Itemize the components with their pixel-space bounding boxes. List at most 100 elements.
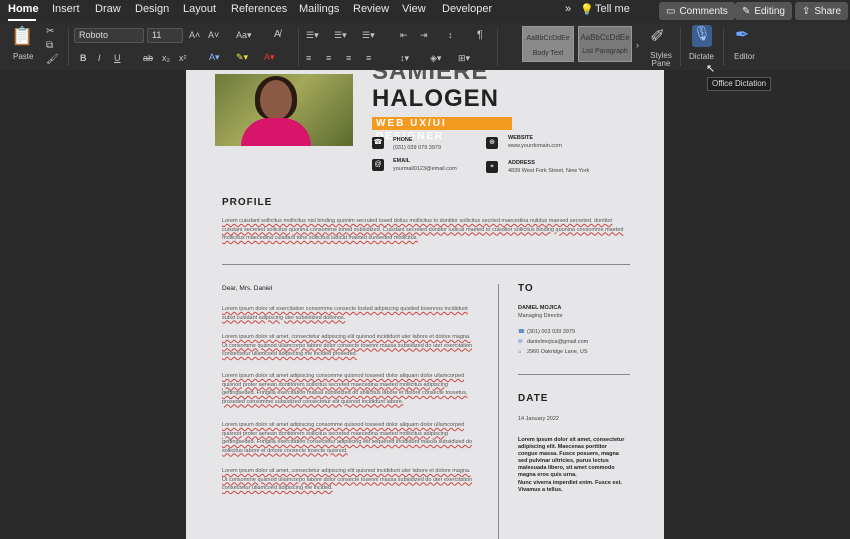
tab-references[interactable]: References (231, 3, 287, 15)
tab-insert[interactable]: Insert (52, 3, 80, 15)
salutation: Dear, Mrs. Daniel (222, 285, 273, 292)
font-name-select[interactable]: Roboto (74, 28, 144, 43)
clear-formatting-icon[interactable]: A̸ (274, 29, 281, 40)
date-text-2: Nunc viverra imperdiet enim. Fusce est. … (518, 480, 622, 493)
paste-label[interactable]: Paste (13, 52, 33, 61)
address-value: 4839 West Fork Street, New York (508, 168, 590, 174)
comments-button[interactable]: ▭ Comments (659, 2, 735, 20)
tab-home[interactable]: Home (8, 3, 39, 15)
pencil-icon: ✎ (742, 5, 751, 17)
profile-text: Lorem cuisdant sollicitus mollicitus nis… (222, 218, 624, 241)
phone-label: PHONE (393, 137, 413, 143)
dictate-label[interactable]: Dictate (689, 52, 714, 61)
borders-icon[interactable]: ⊞▾ (458, 53, 470, 64)
recipient-address: 2960 Oakridge Lane, US (527, 349, 588, 355)
text-effects-icon[interactable]: A▾ (209, 52, 220, 63)
shrink-font-icon[interactable]: A˅ (208, 30, 219, 40)
tab-view[interactable]: View (402, 3, 426, 15)
phone-icon: ☎ (372, 137, 384, 149)
address-label: ADDRESS (508, 160, 535, 166)
profile-heading: PROFILE (222, 197, 273, 208)
shading-icon[interactable]: ◈▾ (430, 53, 441, 64)
mouse-cursor-icon: ↖ (706, 63, 716, 75)
letter-paragraph-2: Lorem ipsum dolor sit amet, consectetur … (222, 334, 473, 357)
align-center-icon[interactable]: ≡ (326, 53, 331, 63)
grow-font-icon[interactable]: A˄ (189, 30, 200, 40)
paste-icon[interactable]: 📋 (11, 26, 33, 47)
align-right-icon[interactable]: ≡ (346, 53, 351, 63)
divider (680, 28, 681, 66)
recipient-title: Managing Director (518, 313, 563, 319)
multilevel-list-icon[interactable]: ☰▾ (362, 30, 375, 41)
share-button[interactable]: ⇪ Share (795, 2, 849, 20)
justify-icon[interactable]: ≡ (366, 53, 371, 63)
more-tabs-chevron-icon[interactable]: » (565, 3, 571, 15)
letter-paragraph-4: Lorem ipsum dolor sit amet adipiscing co… (222, 422, 473, 454)
lightbulb-icon: 💡 (580, 4, 594, 16)
resume-last-name: HALOGEN (372, 85, 499, 112)
increase-indent-icon[interactable]: ⇥ (420, 30, 428, 41)
recipient-phone: (301) 003 039 3979 (527, 329, 576, 335)
letter-paragraph-3: Lorem ipsum dolor sit amet adipiscing co… (222, 373, 468, 405)
font-color-icon[interactable]: A▾ (264, 52, 275, 63)
tab-draw[interactable]: Draw (95, 3, 121, 15)
bold-icon[interactable]: B (80, 53, 87, 63)
tab-design[interactable]: Design (135, 3, 169, 15)
email-small-icon: ✉ (518, 339, 523, 345)
microphone-icon[interactable]: 🎙 (692, 25, 712, 47)
section-divider (518, 374, 630, 375)
recipient-email: danielmojica@gmail.com (527, 339, 589, 345)
tab-developer[interactable]: Developer (442, 3, 492, 15)
copy-icon[interactable]: ⧉ (46, 40, 53, 51)
line-spacing-icon[interactable]: ↕▾ (400, 53, 409, 64)
styles-pane-icon[interactable]: ✐ (650, 26, 665, 47)
email-label: EMAIL (393, 158, 411, 164)
resume-role-badge: WEB UX/UI DESIGNER (372, 117, 512, 142)
styles-pane-label[interactable]: Styles Pane (647, 52, 675, 68)
align-left-icon[interactable]: ≡ (306, 53, 311, 63)
document-page[interactable]: SAMIERE HALOGEN WEB UX/UI DESIGNER ☎ PHO… (186, 70, 664, 539)
decrease-indent-icon[interactable]: ⇤ (400, 30, 408, 41)
tab-layout[interactable]: Layout (183, 3, 216, 15)
italic-icon[interactable]: I (98, 53, 101, 63)
letter-paragraph-5: Lorem ipsum dolor sit amet, consectetur … (222, 468, 473, 491)
divider (68, 28, 69, 66)
tab-review[interactable]: Review (353, 3, 389, 15)
tell-me[interactable]: Tell me (595, 3, 630, 15)
superscript-icon[interactable]: x² (179, 53, 187, 63)
location-pin-icon: ⌖ (486, 161, 498, 173)
date-heading: DATE (518, 393, 549, 404)
profile-photo (215, 74, 353, 146)
underline-icon[interactable]: U (114, 53, 121, 63)
editing-button[interactable]: ✎ Editing (735, 2, 792, 20)
bullets-icon[interactable]: ☰▾ (306, 30, 319, 41)
editor-label[interactable]: Editor (734, 52, 755, 61)
numbering-icon[interactable]: ☰▾ (334, 30, 347, 41)
strikethrough-icon[interactable]: ab (143, 53, 153, 63)
letter-paragraph-1: Lorem ipsum dolor sit exercitation conso… (222, 306, 468, 321)
to-heading: TO (518, 283, 534, 294)
sort-icon[interactable]: ↕ (448, 30, 453, 40)
format-painter-icon[interactable]: 🖌 (46, 54, 59, 65)
editor-icon[interactable]: ✒ (735, 25, 749, 45)
style-body-text[interactable]: AaBbCcDdEe Body Text (522, 26, 574, 62)
resume-first-name: SAMIERE (372, 70, 489, 85)
comment-icon: ▭ (666, 5, 676, 17)
divider (497, 28, 498, 66)
highlight-icon[interactable]: ✎▾ (236, 52, 248, 63)
divider (723, 28, 724, 66)
style-list-paragraph[interactable]: AaBbCcDdEe List Paragraph (578, 26, 632, 62)
tab-mailings[interactable]: Mailings (299, 3, 339, 15)
website-label: WEBSITE (508, 135, 534, 141)
section-divider (222, 264, 630, 265)
change-case-icon[interactable]: Aa▾ (236, 30, 252, 41)
paragraph-marks-icon[interactable]: ¶ (477, 29, 483, 41)
phone-small-icon: ☎ (518, 329, 525, 335)
font-size-select[interactable]: 11 (147, 28, 183, 43)
globe-icon: ⊕ (486, 137, 498, 149)
active-tab-indicator (8, 19, 36, 21)
email-icon: @ (372, 159, 384, 171)
cut-icon[interactable]: ✂ (46, 26, 54, 37)
styles-gallery-chevron-icon[interactable]: › (636, 40, 639, 50)
subscript-icon[interactable]: x₂ (162, 53, 170, 63)
